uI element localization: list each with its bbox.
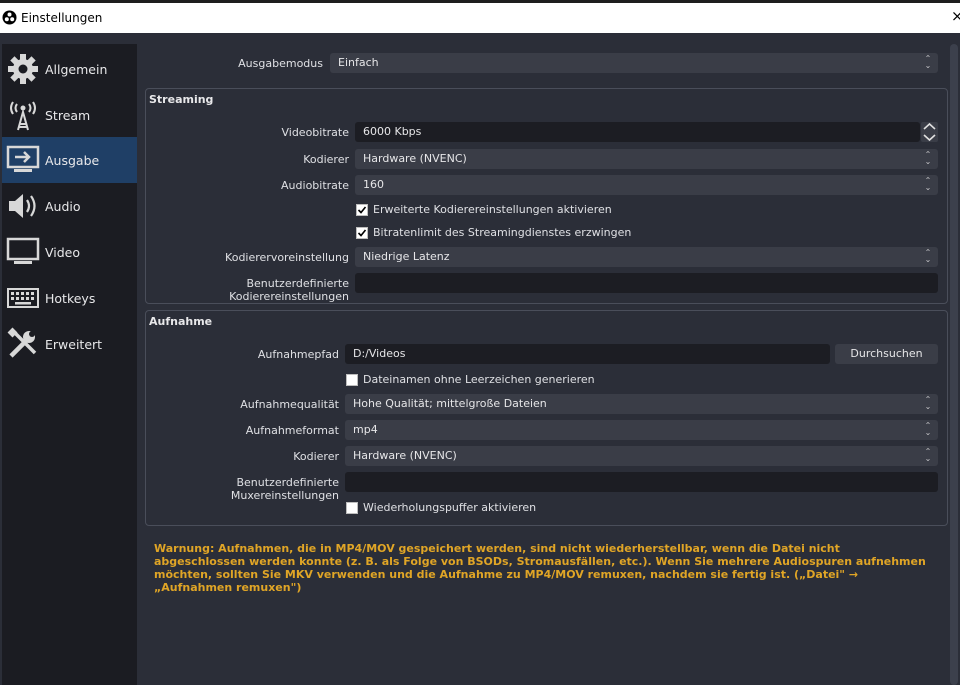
speaker-icon bbox=[6, 189, 40, 223]
output-mode-select[interactable]: Einfach ⌃ ⌄ bbox=[330, 53, 938, 73]
replay-buffer-checkbox[interactable]: Wiederholungspuffer aktivieren bbox=[346, 501, 536, 514]
sidebar-item-video[interactable]: Video bbox=[2, 229, 137, 275]
tools-icon bbox=[6, 327, 40, 361]
recording-path-label: Aufnahmepfad bbox=[257, 348, 339, 361]
sidebar-item-stream[interactable]: Stream bbox=[2, 92, 137, 138]
audio-bitrate-value: 160 bbox=[363, 178, 384, 191]
spin-arrows-icon: ⌃ ⌄ bbox=[924, 54, 932, 70]
custom-encoder-label: Benutzerdefinierte Kodierereinstellungen bbox=[229, 277, 349, 303]
recording-encoder-label: Kodierer bbox=[293, 450, 339, 463]
recording-format-label: Aufnahmeformat bbox=[245, 424, 339, 437]
scrollbar[interactable] bbox=[948, 44, 960, 685]
sidebar-item-label: Allgemein bbox=[45, 61, 108, 77]
video-bitrate-value: 6000 Kbps bbox=[363, 125, 422, 138]
video-bitrate-label: Videobitrate bbox=[281, 126, 349, 139]
encoder-preset-value: Niedrige Latenz bbox=[363, 250, 450, 263]
video-bitrate-stepper[interactable] bbox=[921, 122, 938, 142]
sidebar-item-erweitert[interactable]: Erweitert bbox=[2, 321, 137, 367]
video-bitrate-input[interactable]: 6000 Kbps bbox=[355, 122, 920, 142]
recording-quality-label: Aufnahmequalität bbox=[240, 398, 339, 411]
custom-muxer-label: Benutzerdefinierte Muxereinstellungen bbox=[230, 476, 339, 502]
gear-icon bbox=[6, 52, 40, 86]
sidebar-item-hotkeys[interactable]: Hotkeys bbox=[2, 275, 137, 321]
sidebar-item-allgemein[interactable]: Allgemein bbox=[2, 46, 137, 92]
checkbox-checked-icon bbox=[356, 226, 368, 239]
sidebar-item-label: Ausgabe bbox=[45, 152, 100, 168]
streaming-group bbox=[145, 88, 948, 304]
recording-quality-value: Hohe Qualität; mittelgroße Dateien bbox=[353, 397, 547, 410]
antenna-icon bbox=[6, 96, 40, 131]
spin-arrows-icon: ⌃ ⌄ bbox=[924, 176, 932, 192]
enforce-limits-checkbox[interactable]: Bitratenlimit des Streamingdienstes erzw… bbox=[356, 226, 631, 239]
sidebar-item-label: Hotkeys bbox=[45, 290, 96, 306]
browse-button[interactable]: Durchsuchen bbox=[835, 344, 938, 364]
checkbox-unchecked-icon bbox=[346, 373, 358, 386]
checkbox-unchecked-icon bbox=[346, 501, 358, 514]
recording-path-input[interactable]: D:/Videos bbox=[345, 344, 830, 364]
spin-arrows-icon: ⌃ ⌄ bbox=[924, 150, 932, 166]
sidebar-item-label: Erweitert bbox=[45, 336, 103, 352]
encoder-preset-label: Kodierervoreinstellung bbox=[225, 251, 349, 264]
recording-encoder-select[interactable]: Hardware (NVENC) ⌃ ⌄ bbox=[345, 446, 938, 466]
sidebar: Allgemein Stream Ausgabe Audio Video Hot… bbox=[2, 44, 137, 685]
audio-bitrate-select[interactable]: 160 ⌃ ⌄ bbox=[355, 175, 938, 195]
spin-arrows-icon: ⌃ ⌄ bbox=[924, 421, 932, 437]
close-button[interactable]: × bbox=[951, 7, 960, 25]
recording-title: Aufnahme bbox=[149, 315, 213, 328]
sidebar-item-label: Video bbox=[45, 244, 81, 260]
scrollbar-thumb[interactable] bbox=[950, 44, 958, 685]
advanced-encoder-label: Erweiterte Kodierereinstellungen aktivie… bbox=[373, 203, 612, 216]
title-bar: Einstellungen × bbox=[0, 3, 960, 33]
obs-logo-icon bbox=[2, 10, 17, 25]
recording-path-value: D:/Videos bbox=[353, 347, 406, 360]
monitor-icon bbox=[6, 235, 40, 269]
sidebar-item-audio[interactable]: Audio bbox=[2, 183, 137, 229]
output-icon bbox=[6, 143, 40, 177]
stream-encoder-select[interactable]: Hardware (NVENC) ⌃ ⌄ bbox=[355, 149, 938, 169]
mp4-warning-text: Warnung: Aufnahmen, die in MP4/MOV gespe… bbox=[154, 542, 926, 594]
output-mode-label: Ausgabemodus bbox=[238, 57, 323, 70]
recording-quality-select[interactable]: Hohe Qualität; mittelgroße Dateien ⌃ ⌄ bbox=[345, 394, 938, 414]
output-mode-value: Einfach bbox=[338, 56, 379, 69]
audio-bitrate-label: Audiobitrate bbox=[281, 179, 349, 192]
custom-muxer-input[interactable] bbox=[345, 472, 938, 492]
custom-encoder-input[interactable] bbox=[355, 273, 938, 293]
stream-encoder-label: Kodierer bbox=[303, 153, 349, 166]
spin-arrows-icon: ⌃ ⌄ bbox=[924, 447, 932, 463]
sidebar-item-label: Stream bbox=[45, 107, 91, 123]
checkbox-checked-icon bbox=[356, 203, 368, 216]
spin-arrows-icon: ⌃ ⌄ bbox=[924, 248, 932, 264]
no-space-checkbox[interactable]: Dateinamen ohne Leerzeichen generieren bbox=[346, 373, 595, 386]
advanced-encoder-checkbox[interactable]: Erweiterte Kodierereinstellungen aktivie… bbox=[356, 203, 612, 216]
keyboard-icon bbox=[6, 281, 40, 315]
recording-format-select[interactable]: mp4 ⌃ ⌄ bbox=[345, 420, 938, 440]
window-title: Einstellungen bbox=[21, 11, 103, 25]
spin-arrows-icon: ⌃ ⌄ bbox=[924, 395, 932, 411]
no-space-label: Dateinamen ohne Leerzeichen generieren bbox=[363, 373, 595, 386]
enforce-limits-label: Bitratenlimit des Streamingdienstes erzw… bbox=[373, 226, 632, 239]
recording-format-value: mp4 bbox=[353, 423, 378, 436]
sidebar-item-label: Audio bbox=[45, 198, 81, 214]
encoder-preset-select[interactable]: Niedrige Latenz ⌃ ⌄ bbox=[355, 247, 938, 267]
recording-encoder-value: Hardware (NVENC) bbox=[353, 449, 457, 462]
replay-buffer-label: Wiederholungspuffer aktivieren bbox=[363, 501, 537, 514]
streaming-title: Streaming bbox=[149, 93, 214, 106]
sidebar-item-ausgabe[interactable]: Ausgabe bbox=[2, 137, 137, 183]
stream-encoder-value: Hardware (NVENC) bbox=[363, 152, 467, 165]
